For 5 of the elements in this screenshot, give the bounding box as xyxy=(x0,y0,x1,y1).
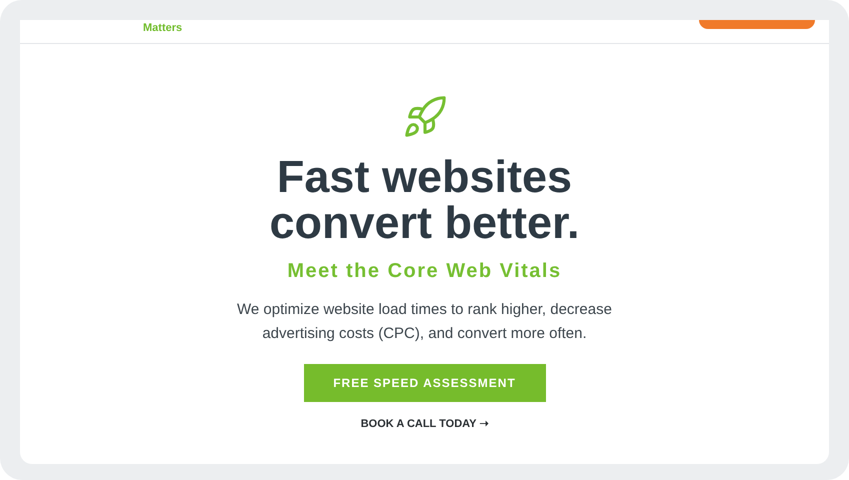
description: We optimize website load times to rank higher, decrease advertising costs (CPC), and convert more often. xyxy=(236,300,613,344)
book-call-link[interactable]: BOOK A CALL TODAY ➝ xyxy=(360,416,488,432)
subheading: Meet the Core Web Vitals xyxy=(287,259,562,284)
headline: Fast websites convert better. xyxy=(269,154,580,246)
logo-tagline: Matters xyxy=(143,23,182,34)
